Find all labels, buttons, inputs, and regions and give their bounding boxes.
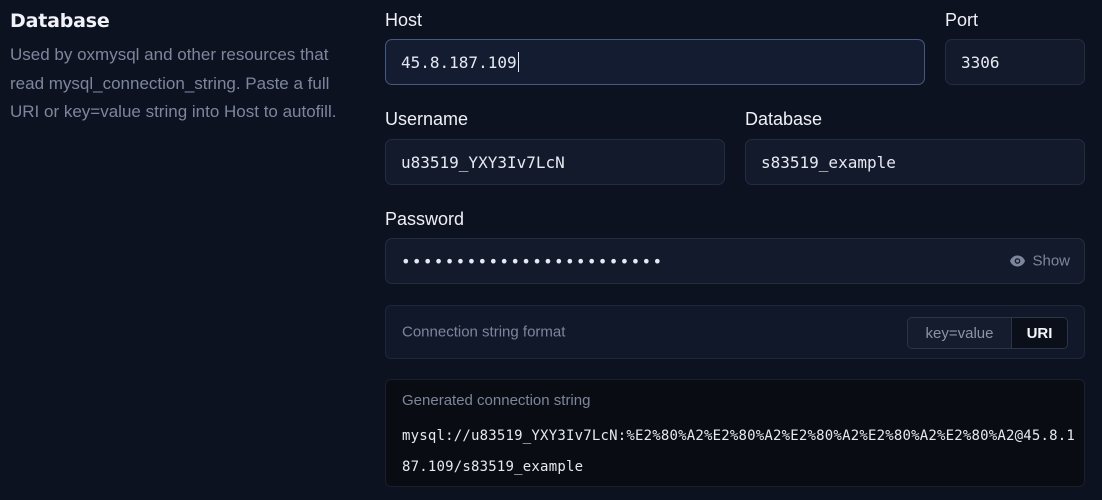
connection-format-panel: Connection string format key=value URI — [385, 305, 1085, 359]
section-description: Used by oxmysql and other resources that… — [10, 45, 337, 121]
host-value: 45.8.187.109 — [401, 52, 517, 72]
format-option-uri[interactable]: URI — [1012, 318, 1067, 348]
format-toggle: key=value URI — [907, 317, 1068, 349]
password-label: Password — [385, 209, 465, 229]
port-value: 3306 — [961, 52, 1000, 72]
username-input[interactable]: u83519_YXY3Iv7LcN — [385, 139, 725, 185]
eye-icon — [1010, 255, 1026, 267]
database-input[interactable]: s83519_example — [745, 139, 1085, 185]
text-caret — [517, 52, 520, 72]
password-value: •••••••••••••••••••••••• — [401, 251, 664, 271]
username-value: u83519_YXY3Iv7LcN — [401, 152, 565, 172]
host-input[interactable]: 45.8.187.109 — [385, 39, 925, 85]
section-info: Database Used by oxmysql and other resou… — [10, 10, 350, 127]
format-option-key-value[interactable]: key=value — [908, 318, 1012, 348]
password-input[interactable]: •••••••••••••••••••••••• Show — [385, 238, 1085, 284]
generated-connection-string: mysql://u83519_YXY3Iv7LcN:%E2%80%A2%E2%8… — [402, 428, 1076, 475]
show-password-button[interactable]: Show — [1009, 253, 1070, 270]
show-label: Show — [1032, 252, 1070, 270]
section-title: Database — [10, 10, 110, 32]
database-value: s83519_example — [761, 152, 896, 172]
database-label: Database — [745, 109, 823, 129]
generated-label: Generated connection string — [402, 392, 591, 409]
host-label: Host — [385, 10, 423, 30]
port-input[interactable]: 3306 — [945, 39, 1085, 85]
username-label: Username — [385, 109, 469, 129]
generated-connection-panel: Generated connection string mysql://u835… — [385, 379, 1085, 487]
port-label: Port — [945, 10, 979, 30]
connection-format-label: Connection string format — [402, 323, 566, 341]
